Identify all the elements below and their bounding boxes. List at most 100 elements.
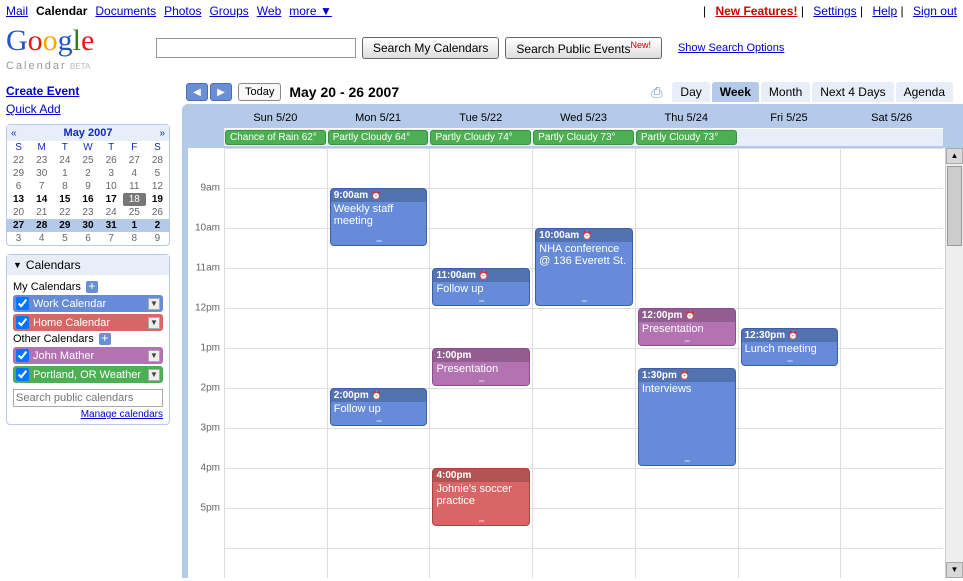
mini-day[interactable]: 6 — [76, 232, 99, 245]
allday-cell[interactable]: Partly Cloudy 64° — [327, 129, 430, 146]
mini-day[interactable]: 29 — [7, 167, 30, 180]
mini-day[interactable]: 14 — [30, 193, 53, 206]
resize-handle[interactable]: == — [433, 380, 529, 385]
allday-cell[interactable] — [840, 129, 943, 146]
calendar-checkbox[interactable] — [16, 368, 29, 381]
day-column[interactable] — [224, 148, 327, 578]
day-column[interactable]: 12:00pm ⏰Presentation== 1:30pm ⏰Interview… — [635, 148, 738, 578]
mini-day[interactable]: 21 — [30, 206, 53, 219]
add-other-calendar-button[interactable]: + — [99, 333, 111, 345]
allday-event[interactable]: Partly Cloudy 73° — [636, 130, 737, 145]
next-week-button[interactable]: ▶ — [210, 83, 232, 101]
event[interactable]: 1:00pmPresentation== — [432, 348, 530, 386]
mini-day[interactable]: 13 — [7, 193, 30, 206]
resize-handle[interactable]: == — [331, 240, 427, 245]
mini-next-month[interactable]: » — [159, 128, 165, 139]
calendar-checkbox[interactable] — [16, 349, 29, 362]
day-column[interactable]: 11:00am ⏰Follow up== 1:00pmPresentation==… — [429, 148, 532, 578]
new-features-link[interactable]: New Features! — [715, 4, 797, 18]
mini-day[interactable]: 3 — [7, 232, 30, 245]
mini-day[interactable]: 7 — [100, 232, 123, 245]
mini-day[interactable]: 23 — [76, 206, 99, 219]
calendar-item[interactable]: John Mather▼ — [13, 347, 163, 364]
calendar-item[interactable]: Work Calendar▼ — [13, 295, 163, 312]
event[interactable]: 12:00pm ⏰Presentation== — [638, 308, 736, 346]
day-column[interactable]: 10:00am ⏰NHA conference @ 136 Everett St… — [532, 148, 635, 578]
calendar-checkbox[interactable] — [16, 297, 29, 310]
scroll-thumb[interactable] — [947, 166, 962, 246]
mini-day[interactable]: 24 — [100, 206, 123, 219]
resize-handle[interactable]: == — [639, 340, 735, 345]
prev-week-button[interactable]: ◀ — [186, 83, 208, 101]
topnav-more[interactable]: more ▼ — [289, 4, 332, 18]
topnav-photos[interactable]: Photos — [164, 4, 201, 18]
event[interactable]: 4:00pmJohnie's soccer practice== — [432, 468, 530, 526]
mini-day[interactable]: 26 — [100, 154, 123, 167]
mini-day[interactable]: 9 — [76, 180, 99, 193]
mini-day[interactable]: 5 — [53, 232, 76, 245]
mini-day[interactable]: 4 — [30, 232, 53, 245]
create-event-link[interactable]: Create Event — [6, 84, 170, 98]
mini-day[interactable]: 1 — [123, 219, 146, 232]
mini-day[interactable]: 31 — [100, 219, 123, 232]
search-my-calendars-button[interactable]: Search My Calendars — [362, 37, 499, 59]
resize-handle[interactable]: == — [536, 300, 632, 305]
mini-day[interactable]: 1 — [53, 167, 76, 180]
view-tab-nextdays[interactable]: Next 4 Days — [812, 82, 893, 102]
mini-day[interactable]: 29 — [53, 219, 76, 232]
manage-calendars-link[interactable]: Manage calendars — [13, 409, 163, 420]
mini-day[interactable]: 27 — [7, 219, 30, 232]
allday-event[interactable]: Chance of Rain 62° — [225, 130, 326, 145]
topnav-calendar[interactable]: Calendar — [36, 4, 87, 18]
resize-handle[interactable]: == — [742, 360, 838, 365]
mini-day[interactable]: 22 — [7, 154, 30, 167]
today-button[interactable]: Today — [238, 83, 281, 101]
calendar-dropdown-icon[interactable]: ▼ — [148, 369, 160, 381]
mini-day[interactable]: 28 — [146, 154, 169, 167]
mini-day[interactable]: 3 — [100, 167, 123, 180]
allday-event[interactable]: Partly Cloudy 64° — [328, 130, 429, 145]
view-tab-day[interactable]: Day — [672, 82, 709, 102]
scrollbar[interactable]: ▲ ▼ — [945, 148, 963, 578]
calendar-dropdown-icon[interactable]: ▼ — [148, 317, 160, 329]
view-tab-agenda[interactable]: Agenda — [896, 82, 953, 102]
scroll-down-button[interactable]: ▼ — [946, 562, 963, 578]
mini-day[interactable]: 5 — [146, 167, 169, 180]
mini-day[interactable]: 8 — [53, 180, 76, 193]
help-link[interactable]: Help — [872, 4, 897, 18]
mini-day[interactable]: 8 — [123, 232, 146, 245]
quick-add-link[interactable]: Quick Add — [6, 102, 170, 116]
mini-day[interactable]: 22 — [53, 206, 76, 219]
mini-day[interactable]: 11 — [123, 180, 146, 193]
mini-day[interactable]: 30 — [76, 219, 99, 232]
calendar-dropdown-icon[interactable]: ▼ — [148, 298, 160, 310]
mini-day[interactable]: 6 — [7, 180, 30, 193]
allday-event[interactable]: Partly Cloudy 74° — [430, 130, 531, 145]
allday-cell[interactable]: Partly Cloudy 73° — [532, 129, 635, 146]
event[interactable]: 2:00pm ⏰Follow up== — [330, 388, 428, 426]
mini-day[interactable]: 9 — [146, 232, 169, 245]
day-column[interactable]: 12:30pm ⏰Lunch meeting== — [738, 148, 841, 578]
topnav-groups[interactable]: Groups — [209, 4, 248, 18]
mini-day[interactable]: 10 — [100, 180, 123, 193]
event[interactable]: 9:00am ⏰Weekly staff meeting== — [330, 188, 428, 246]
scroll-up-button[interactable]: ▲ — [946, 148, 963, 164]
event[interactable]: 11:00am ⏰Follow up== — [432, 268, 530, 306]
topnav-web[interactable]: Web — [257, 4, 281, 18]
event[interactable]: 12:30pm ⏰Lunch meeting== — [741, 328, 839, 366]
mini-day[interactable]: 20 — [7, 206, 30, 219]
mini-day[interactable]: 27 — [123, 154, 146, 167]
mini-day[interactable]: 30 — [30, 167, 53, 180]
settings-link[interactable]: Settings — [813, 4, 856, 18]
mini-day[interactable]: 24 — [53, 154, 76, 167]
day-column[interactable] — [840, 148, 943, 578]
event[interactable]: 1:30pm ⏰Interviews== — [638, 368, 736, 466]
resize-handle[interactable]: == — [433, 520, 529, 525]
allday-cell[interactable] — [738, 129, 841, 146]
mini-day[interactable]: 17 — [100, 193, 123, 206]
allday-cell[interactable]: Partly Cloudy 74° — [429, 129, 532, 146]
print-icon[interactable]: ⎙ — [651, 84, 662, 101]
sign-out-link[interactable]: Sign out — [913, 4, 957, 18]
mini-day[interactable]: 25 — [123, 206, 146, 219]
mini-day[interactable]: 2 — [146, 219, 169, 232]
